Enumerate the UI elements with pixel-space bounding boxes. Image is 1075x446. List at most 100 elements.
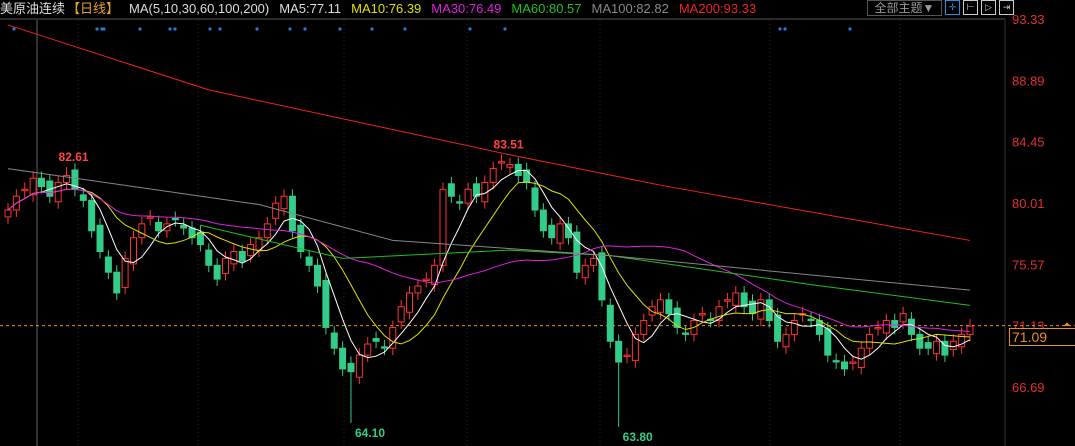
candle-down <box>79 194 87 201</box>
candle-up <box>21 188 29 192</box>
candle-up <box>715 306 723 322</box>
candle-up <box>866 333 874 349</box>
signal-dot <box>95 27 99 31</box>
signal-dot <box>168 27 172 31</box>
candle-up <box>221 257 229 275</box>
candle-down <box>832 360 840 363</box>
signal-dot <box>778 27 782 31</box>
ma100-line <box>7 168 971 291</box>
candle-down <box>682 332 690 335</box>
candle-down <box>297 224 305 252</box>
candle-up <box>498 161 506 164</box>
candle-up <box>590 257 598 266</box>
signal-dot <box>303 27 307 31</box>
signal-dot <box>218 27 222 31</box>
candle-down <box>88 199 96 232</box>
candle-up <box>648 306 656 316</box>
candle-up <box>506 163 514 168</box>
candle-down <box>665 299 673 315</box>
candle-up <box>640 320 648 335</box>
y-tick-label: 84.45 <box>1012 135 1045 150</box>
candle-down <box>841 361 849 370</box>
candle-down <box>196 231 204 246</box>
candle-up <box>431 264 439 286</box>
candle-down <box>606 304 614 342</box>
candle-up <box>723 299 731 302</box>
signal-dot <box>255 27 259 31</box>
y-tick-label: 66.69 <box>1012 380 1045 395</box>
extreme-label: 82.61 <box>59 150 89 164</box>
candle-down <box>598 252 606 301</box>
candle-down <box>347 362 355 373</box>
candle-down <box>924 342 932 349</box>
candle-up <box>230 250 238 265</box>
candle-down <box>339 347 347 370</box>
candle-down <box>514 163 522 177</box>
extreme-label: 83.51 <box>494 138 524 152</box>
signal-dot <box>102 27 106 31</box>
candle-down <box>171 217 179 221</box>
signal-dot <box>403 27 407 31</box>
candle-down <box>548 224 556 239</box>
candle-down <box>456 201 464 204</box>
candle-down <box>891 320 899 328</box>
candle-up <box>489 168 497 183</box>
candle-up <box>422 278 430 281</box>
candle-down <box>916 333 924 349</box>
candle-down <box>539 209 547 232</box>
signal-dot <box>338 27 342 31</box>
candle-down <box>330 332 338 349</box>
candlestick-chart[interactable]: 93.3388.8984.4580.0175.5771.1366.69⏶82.6… <box>0 0 1075 446</box>
ma30-line <box>7 188 971 333</box>
candle-down <box>180 224 188 229</box>
candle-down <box>305 256 313 266</box>
candle-down <box>749 300 757 315</box>
candle-up <box>899 313 907 323</box>
candle-down <box>113 271 121 294</box>
extreme-label: 63.80 <box>623 430 653 444</box>
signal-dot <box>848 27 852 31</box>
candle-up <box>121 257 129 288</box>
candle-down <box>322 279 330 328</box>
candle-up <box>29 177 37 196</box>
ma200-line <box>7 24 971 241</box>
candle-up <box>263 223 271 239</box>
candle-down <box>96 224 104 252</box>
signal-dot <box>503 27 507 31</box>
candle-up <box>732 292 740 306</box>
signal-dot <box>138 27 142 31</box>
signal-dot <box>370 27 374 31</box>
ma10-line <box>7 181 971 345</box>
candle-up <box>882 320 890 334</box>
candle-up <box>949 340 957 351</box>
candle-up <box>280 195 288 210</box>
signal-dot <box>173 27 177 31</box>
signal-dot <box>12 27 16 31</box>
candle-up <box>698 313 706 316</box>
candle-up <box>849 361 857 364</box>
candle-down <box>155 221 163 232</box>
candle-up <box>933 340 941 355</box>
candle-down <box>815 320 823 335</box>
last-price-box: 71.09 <box>1009 328 1075 346</box>
extreme-label: 64.10 <box>355 426 385 440</box>
candle-up <box>966 325 974 335</box>
candle-down <box>238 250 246 262</box>
signal-dot <box>783 27 787 31</box>
candle-up <box>146 216 154 219</box>
candle-down <box>314 264 322 287</box>
candle-up <box>406 292 414 313</box>
y-tick-label: 88.89 <box>1012 73 1045 88</box>
candle-up <box>272 202 280 219</box>
candle-up <box>129 237 137 265</box>
candle-down <box>37 177 45 188</box>
candle-up <box>364 343 372 356</box>
candle-up <box>656 299 664 313</box>
candle-up <box>355 354 363 378</box>
candle-up <box>464 188 472 204</box>
candle-down <box>213 264 221 280</box>
candle-up <box>874 326 882 330</box>
y-tick-label: 80.01 <box>1012 196 1045 211</box>
candle-down <box>531 187 539 211</box>
signal-dot <box>288 27 292 31</box>
